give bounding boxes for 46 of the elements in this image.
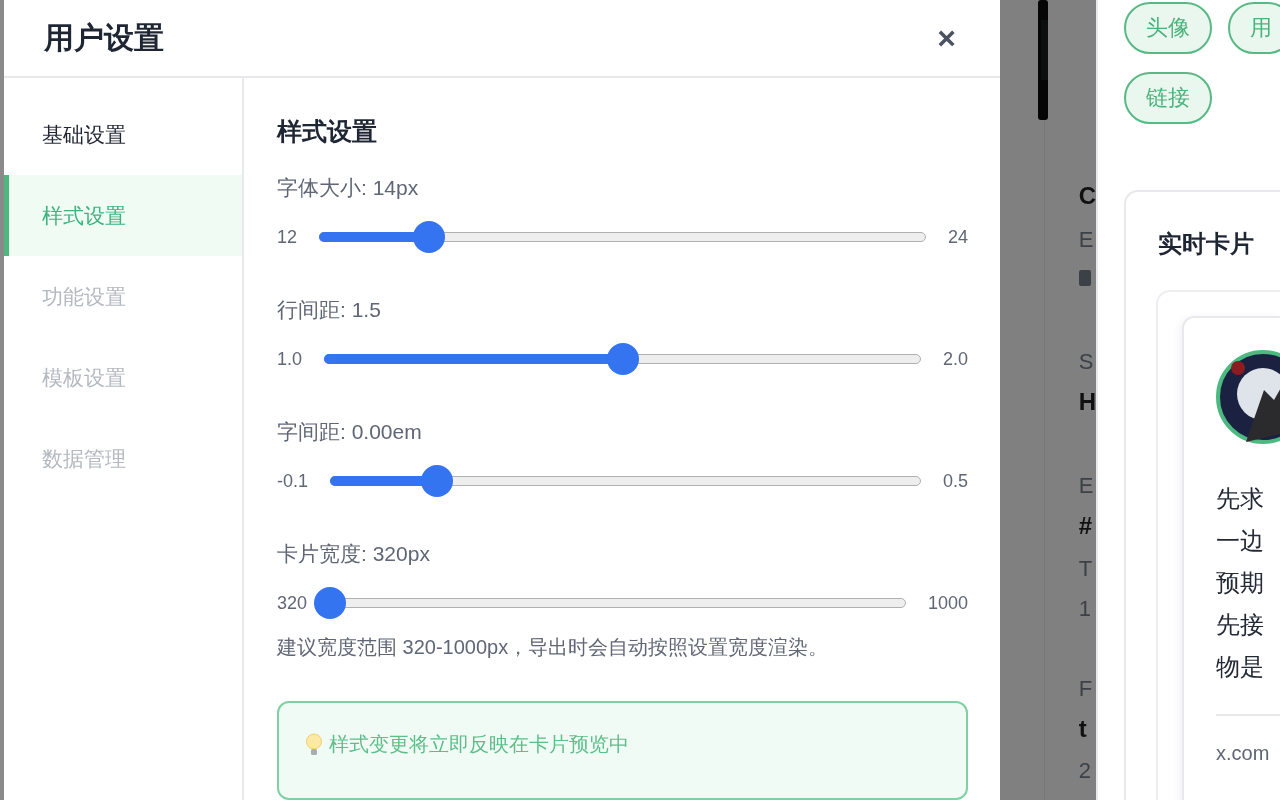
- sidebar-item[interactable]: 样式设置: [4, 175, 242, 256]
- slider-thumb[interactable]: [314, 587, 347, 619]
- slider-thumb[interactable]: [412, 221, 445, 253]
- slider-thumb[interactable]: [421, 465, 454, 497]
- dialog-title: 用户设置: [44, 19, 164, 56]
- slider-label: 行间距: 1.5: [277, 297, 382, 323]
- background-text: 2: [1078, 757, 1092, 785]
- slider-label: 字体大小: 14px: [277, 175, 420, 201]
- background-text: #: [1078, 512, 1093, 540]
- slider-thumb[interactable]: [606, 343, 639, 375]
- close-button[interactable]: ×: [933, 22, 960, 54]
- slider-max: 0.5: [942, 470, 968, 492]
- slider-label: 字间距: 0.00em: [277, 419, 423, 445]
- lightbulb-icon: [305, 732, 323, 757]
- background-text: 1: [1078, 595, 1092, 623]
- tweet-text-line: 物是: [1216, 652, 1265, 682]
- background-text: t: [1078, 715, 1088, 743]
- slider-min: 1.0: [277, 348, 303, 370]
- sidebar-item[interactable]: 基础设置: [4, 94, 242, 175]
- tag-chip[interactable]: 头像: [1124, 2, 1212, 54]
- slider-label: 卡片宽度: 320px: [277, 541, 431, 567]
- slider-min: -0.1: [277, 470, 309, 492]
- tweet-text-line: 一边: [1216, 526, 1265, 556]
- source-link[interactable]: x.com: [1216, 742, 1270, 764]
- hint-text: 建议宽度范围 320-1000px，导出时会自动按照设置宽度渲染。: [277, 635, 830, 660]
- slider-max: 1000: [927, 592, 968, 614]
- tip-text: 样式变更将立即反映在卡片预览中: [329, 732, 629, 757]
- background-text: E: [1078, 472, 1095, 500]
- background-text: T: [1078, 555, 1094, 583]
- background-text: H: [1078, 388, 1096, 416]
- section-title: 样式设置: [277, 116, 378, 147]
- background-text: F: [1078, 675, 1094, 703]
- background-text: C: [1078, 182, 1096, 210]
- slider-min: 320: [277, 592, 308, 614]
- tag-chip[interactable]: 用: [1228, 2, 1280, 54]
- tweet-text-line: 预期: [1216, 568, 1265, 598]
- tweet-text-line: 先接: [1216, 610, 1265, 640]
- tag-icon: [1078, 270, 1091, 286]
- background-text: E: [1078, 226, 1095, 254]
- slider-min: 12: [277, 226, 298, 248]
- slider-max: 2.0: [942, 348, 968, 370]
- card-title: 实时卡片: [1158, 229, 1255, 259]
- background-text: S: [1078, 348, 1095, 376]
- slider-max: 24: [947, 226, 968, 248]
- tag-chip[interactable]: 链接: [1124, 72, 1212, 124]
- tweet-text-line: 先求: [1216, 484, 1265, 514]
